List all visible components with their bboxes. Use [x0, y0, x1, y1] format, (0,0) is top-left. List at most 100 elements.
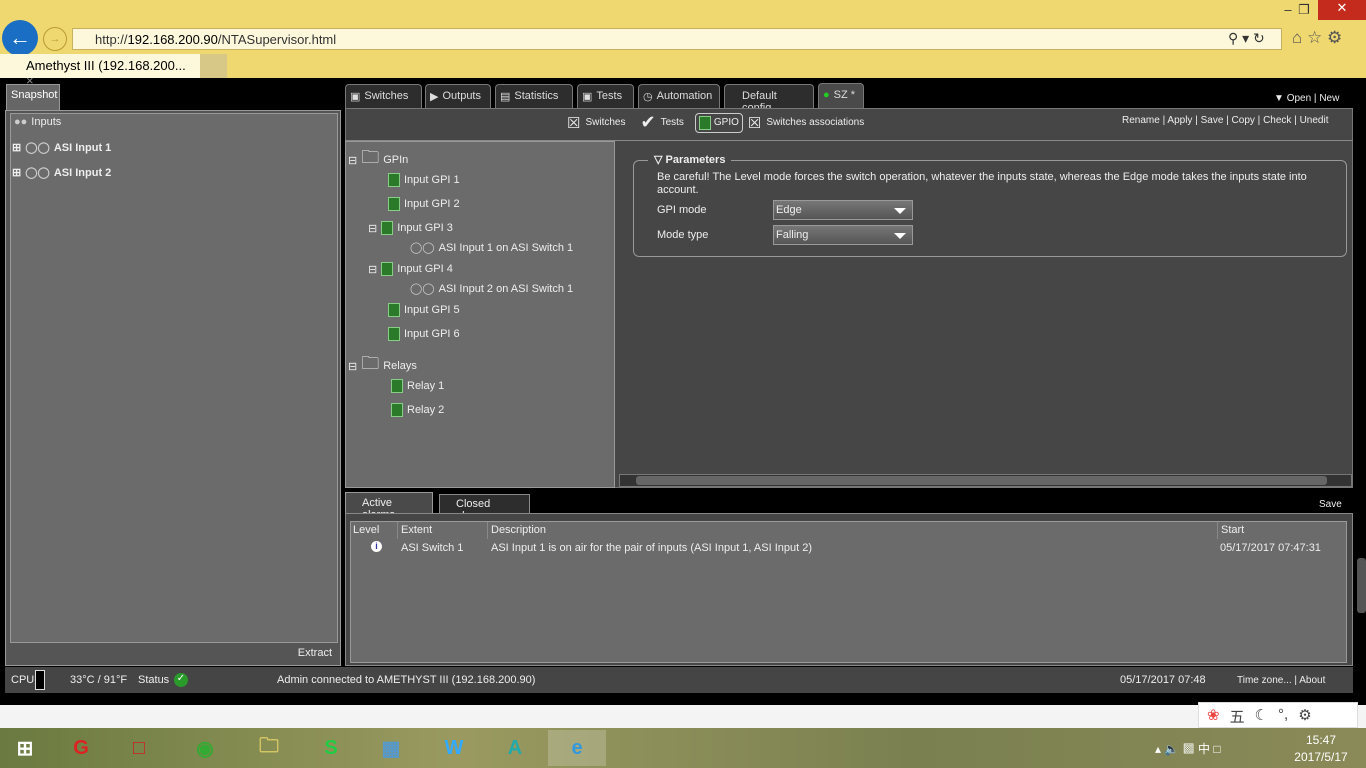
tray-icons[interactable]: ▴ 🔈 ▩ 中 □ [1155, 740, 1221, 757]
ime-mode[interactable]: 五 [1230, 706, 1245, 726]
address-bar[interactable]: http://192.168.200.90/NTASupervisor.html [72, 28, 1282, 50]
url-host: 192.168.200.90 [127, 32, 218, 47]
tree-root-inputs[interactable]: ●● Inputs [14, 116, 61, 128]
extract-button[interactable]: Extract [298, 647, 332, 659]
subtab-switches-associations[interactable]: Switches associations [766, 117, 864, 128]
gpi-icon [388, 303, 400, 317]
lang-indicator[interactable]: 中 [1198, 742, 1210, 756]
file-explorer-icon[interactable]: 🗀 [240, 730, 298, 766]
check-icon: ✔ [640, 112, 656, 132]
input-icon: ◯◯ [410, 283, 435, 295]
subtab-tests[interactable]: Tests [661, 117, 684, 128]
tab-active-alarms[interactable]: Active alarms [345, 492, 433, 521]
expand-icon[interactable]: ⊞ [12, 141, 21, 154]
tab-closed-alarms[interactable]: Closed alarms [439, 494, 530, 522]
collapse-icon[interactable]: ⊟ [348, 360, 357, 373]
tab-snapshot[interactable]: Snapshot [6, 84, 60, 110]
tab-default-config[interactable]: Default config [724, 84, 814, 114]
parameters-title[interactable]: ▽ Parameters [648, 153, 732, 166]
start-button[interactable]: ⊞ [0, 730, 50, 766]
tree-gpi-4[interactable]: ⊟ Input GPI 4 [368, 262, 453, 276]
new-link[interactable]: New [1319, 93, 1339, 104]
open-link[interactable]: Open [1287, 93, 1311, 104]
tree-gpi-6[interactable]: Input GPI 6 [388, 327, 460, 341]
control-panel-icon[interactable]: ▦ [362, 730, 420, 766]
time: 15:47 [1305, 733, 1337, 747]
rename-link[interactable]: Rename [1122, 115, 1160, 126]
clock[interactable]: 15:47 2017/5/17 [1288, 732, 1354, 766]
chrome-icon[interactable]: ◉ [176, 730, 234, 766]
app-icon-g[interactable]: G [52, 730, 110, 766]
tree-gpi-3[interactable]: ⊟ Input GPI 3 [368, 221, 453, 235]
col-description[interactable]: Description [488, 522, 1218, 539]
horizontal-scrollbar[interactable] [619, 474, 1352, 487]
label: GPIO [713, 117, 739, 128]
relay-icon [391, 403, 403, 417]
spreadsheet-icon[interactable]: S [302, 730, 360, 766]
tab-outputs[interactable]: ▶ Outputs [425, 84, 491, 108]
ime-toolbar[interactable]: ❀ 五 ☾ °, ⚙ [1198, 702, 1358, 728]
subtab-switches[interactable]: Switches [585, 117, 625, 128]
settings-icon[interactable]: ⚙ [1298, 706, 1311, 724]
collapse-icon[interactable]: ⊟ [368, 263, 377, 276]
tree-relay-2[interactable]: Relay 2 [391, 403, 444, 417]
tree-gpi-1[interactable]: Input GPI 1 [388, 173, 460, 187]
tab-title: Amethyst III (192.168.200... [26, 58, 186, 73]
label: Input GPI 5 [404, 304, 460, 316]
table-row[interactable]: i ASI Switch 1 ASI Input 1 is on air for… [350, 540, 1347, 556]
tab-switches[interactable]: ▣ Switches [345, 84, 422, 108]
alarms-save-link[interactable]: Save [1319, 499, 1342, 510]
tab-tests[interactable]: ▣ Tests [577, 84, 634, 108]
forward-button[interactable]: → [43, 27, 67, 51]
pdf-icon[interactable]: □ [110, 730, 168, 766]
moon-icon: ☾ [1254, 707, 1269, 724]
save-link[interactable]: Save [1201, 115, 1224, 126]
col-extent[interactable]: Extent [398, 522, 488, 539]
back-button[interactable]: ← [2, 20, 38, 56]
label: ASI Input 2 on ASI Switch 1 [438, 282, 574, 295]
tree-gpi-3-child[interactable]: ◯◯ ASI Input 1 on ASI Switch 1 [410, 241, 573, 255]
label: Relay 1 [407, 380, 445, 392]
copy-link[interactable]: Copy [1232, 115, 1255, 126]
tree-item-asi-input-1[interactable]: ⊞ ◯◯ ASI Input 1 [12, 141, 111, 155]
subtab-gpio[interactable]: GPIO [694, 112, 743, 133]
date: 2017/5/17 [1294, 750, 1348, 764]
scrollbar-thumb[interactable] [636, 476, 1327, 485]
search-icon[interactable]: ⚲ ▾ ↻ [1228, 30, 1265, 47]
tab-automation[interactable]: ◷ Automation [638, 84, 720, 108]
mode-type-select[interactable]: Falling [773, 225, 913, 245]
gpio-tree [345, 141, 615, 488]
url-path: /NTASupervisor.html [217, 32, 337, 47]
tree-relay-1[interactable]: Relay 1 [391, 379, 444, 393]
ie-icon[interactable]: e [548, 730, 606, 766]
tree-relays[interactable]: ⊟ 🗀 Relays [348, 351, 417, 381]
collapse-icon[interactable]: ⊟ [368, 222, 377, 235]
check-link[interactable]: Check [1263, 115, 1291, 126]
tree-gpi-2[interactable]: Input GPI 2 [388, 197, 460, 211]
gpi-mode-select[interactable]: Edge [773, 200, 913, 220]
tree-item-asi-input-2[interactable]: ⊞ ◯◯ ASI Input 2 [12, 166, 111, 180]
home-star-gear-icons[interactable]: ⌂ ☆ ⚙ [1292, 28, 1342, 48]
tree-gpi-4-child[interactable]: ◯◯ ASI Input 2 on ASI Switch 1 [410, 282, 574, 296]
cpu-meter [35, 670, 45, 690]
clock-icon: ◷ [643, 91, 653, 103]
unedit-link[interactable]: Unedit [1300, 115, 1329, 126]
app-a-icon[interactable]: A [486, 730, 544, 766]
apply-link[interactable]: Apply [1167, 115, 1192, 126]
collapse-icon[interactable]: ⊟ [348, 154, 357, 167]
tree-gpin[interactable]: ⊟ 🗀 GPIn [348, 145, 408, 175]
tab-statistics[interactable]: ▤ Statistics [495, 84, 573, 108]
close-window-button[interactable]: ✕ [1318, 0, 1366, 20]
col-level[interactable]: Level [350, 522, 398, 539]
expand-icon[interactable]: ⊞ [12, 166, 21, 179]
about-link[interactable]: About [1299, 675, 1325, 686]
timezone-link[interactable]: Time zone... [1237, 675, 1292, 686]
col-start[interactable]: Start [1218, 522, 1347, 539]
browser-tab[interactable]: Amethyst III (192.168.200... × [0, 54, 200, 88]
vertical-scrollbar[interactable] [1357, 558, 1366, 613]
tab-sz[interactable]: ● SZ * [818, 83, 864, 109]
new-tab-button[interactable] [200, 54, 227, 78]
tree-gpi-5[interactable]: Input GPI 5 [388, 303, 460, 317]
restore-button[interactable]: ❐ [1292, 2, 1316, 18]
writer-icon[interactable]: W [425, 730, 483, 766]
